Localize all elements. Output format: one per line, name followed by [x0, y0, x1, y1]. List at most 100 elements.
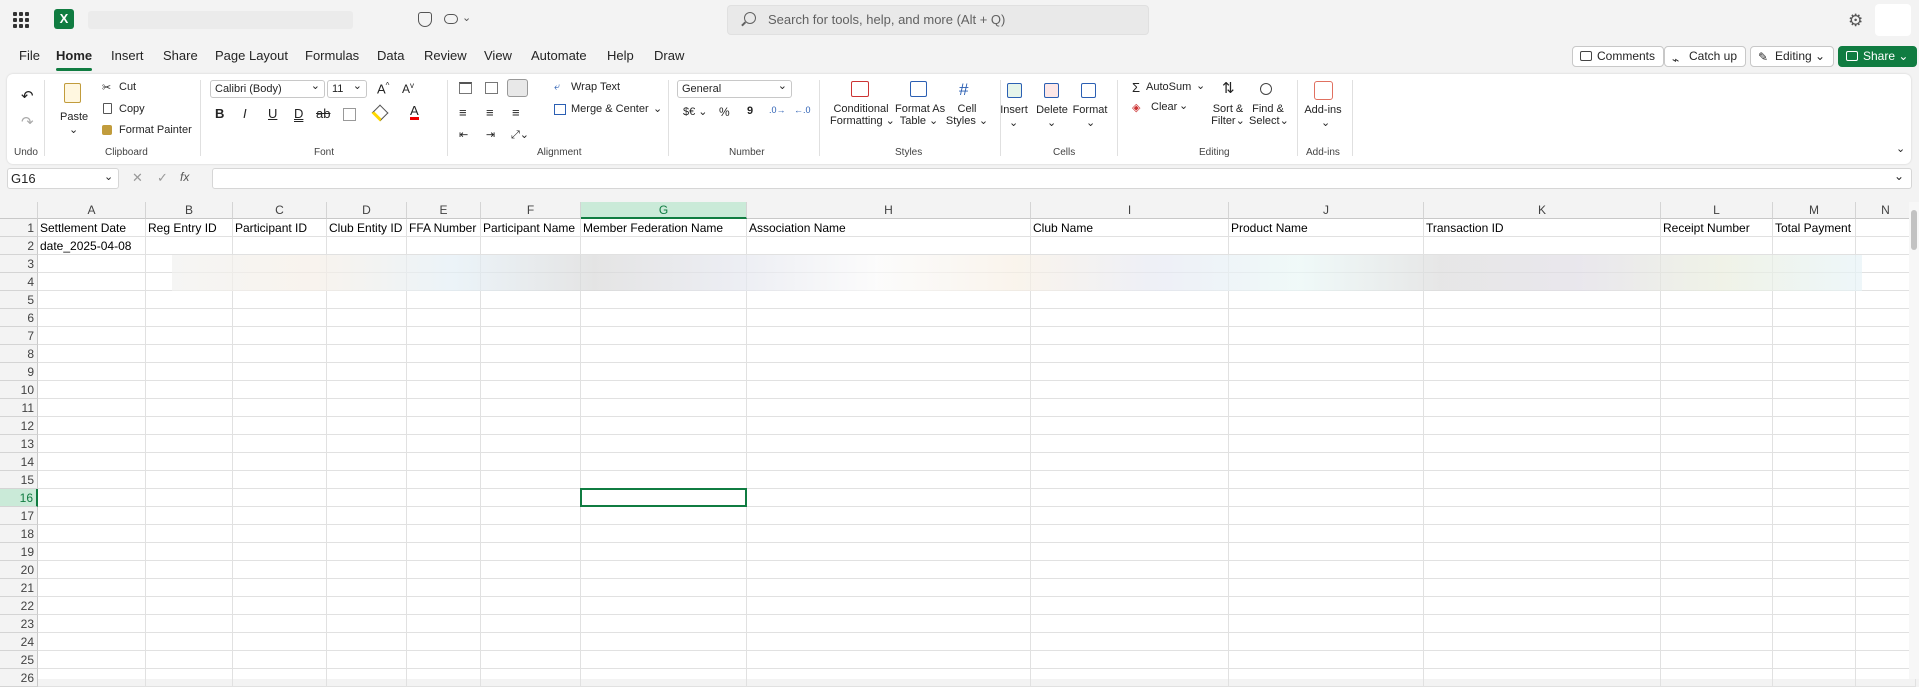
comments-button[interactable]: Comments: [1572, 46, 1665, 67]
formula-input[interactable]: [212, 168, 1912, 189]
cell-a20[interactable]: [38, 561, 146, 579]
cell-c14[interactable]: [233, 453, 327, 471]
cell-i26[interactable]: [1031, 669, 1229, 687]
cell-d9[interactable]: [327, 363, 407, 381]
cell-a24[interactable]: [38, 633, 146, 651]
cell-k2[interactable]: [1424, 237, 1661, 255]
row-header-16[interactable]: 16: [0, 489, 38, 507]
cell-e8[interactable]: [407, 345, 481, 363]
cell-f8[interactable]: [481, 345, 581, 363]
cell-h1[interactable]: Association Name: [747, 219, 1031, 237]
row-header-25[interactable]: 25: [0, 651, 38, 669]
cell-g9[interactable]: [581, 363, 747, 381]
cell-i16[interactable]: [1031, 489, 1229, 507]
column-header-m[interactable]: M: [1773, 202, 1856, 219]
column-header-k[interactable]: K: [1424, 202, 1661, 219]
double-underline-icon[interactable]: D: [294, 106, 303, 121]
chevron-down-icon[interactable]: ⌄: [1321, 116, 1330, 129]
cell-d14[interactable]: [327, 453, 407, 471]
tab-home[interactable]: Home: [56, 48, 93, 71]
column-header-d[interactable]: D: [327, 202, 407, 219]
eraser-icon[interactable]: ◈: [1132, 101, 1140, 114]
cell-m26[interactable]: [1773, 669, 1856, 687]
cell-h25[interactable]: [747, 651, 1031, 669]
collapse-ribbon-icon[interactable]: ⌄: [1896, 142, 1905, 155]
cell-i20[interactable]: [1031, 561, 1229, 579]
vertical-scrollbar[interactable]: [1909, 202, 1919, 679]
cell-e15[interactable]: [407, 471, 481, 489]
insert-cells-icon[interactable]: [1007, 83, 1022, 98]
cell-a19[interactable]: [38, 543, 146, 561]
cell-b22[interactable]: [146, 597, 233, 615]
cell-j9[interactable]: [1229, 363, 1424, 381]
cell-n11[interactable]: [1856, 399, 1916, 417]
cell-m5[interactable]: [1773, 291, 1856, 309]
cell-m9[interactable]: [1773, 363, 1856, 381]
cell-l8[interactable]: [1661, 345, 1773, 363]
cell-b14[interactable]: [146, 453, 233, 471]
cancel-icon[interactable]: ✕: [132, 170, 143, 186]
tab-data[interactable]: Data: [377, 48, 404, 63]
cell-n7[interactable]: [1856, 327, 1916, 345]
increase-font-icon[interactable]: A^: [377, 81, 389, 96]
row-header-18[interactable]: 18: [0, 525, 38, 543]
cell-m19[interactable]: [1773, 543, 1856, 561]
number-format-select[interactable]: General: [677, 78, 792, 98]
cell-e17[interactable]: [407, 507, 481, 525]
cell-j24[interactable]: [1229, 633, 1424, 651]
cell-g13[interactable]: [581, 435, 747, 453]
cell-m12[interactable]: [1773, 417, 1856, 435]
cell-c18[interactable]: [233, 525, 327, 543]
cell-styles-button[interactable]: Cell Styles ⌄: [945, 103, 989, 127]
fill-color-icon[interactable]: [371, 104, 389, 122]
column-header-g[interactable]: G: [581, 202, 747, 219]
cell-b23[interactable]: [146, 615, 233, 633]
cell-h16[interactable]: [747, 489, 1031, 507]
cell-c16[interactable]: [233, 489, 327, 507]
font-size-select[interactable]: 11: [327, 78, 367, 98]
tab-insert[interactable]: Insert: [111, 48, 144, 63]
cell-c2[interactable]: [233, 237, 327, 255]
cell-b20[interactable]: [146, 561, 233, 579]
cell-m20[interactable]: [1773, 561, 1856, 579]
cell-f1[interactable]: Participant Name: [481, 219, 581, 237]
cell-e20[interactable]: [407, 561, 481, 579]
cell-a14[interactable]: [38, 453, 146, 471]
cell-m2[interactable]: [1773, 237, 1856, 255]
chevron-down-icon[interactable]: ⌄: [1086, 116, 1095, 129]
decrease-indent-icon[interactable]: ⇤: [459, 128, 468, 141]
tab-draw[interactable]: Draw: [654, 48, 684, 63]
cell-m18[interactable]: [1773, 525, 1856, 543]
cell-i12[interactable]: [1031, 417, 1229, 435]
cell-b8[interactable]: [146, 345, 233, 363]
cell-j21[interactable]: [1229, 579, 1424, 597]
cell-d12[interactable]: [327, 417, 407, 435]
cell-i10[interactable]: [1031, 381, 1229, 399]
tab-automate[interactable]: Automate: [531, 48, 587, 63]
cell-e22[interactable]: [407, 597, 481, 615]
cell-m22[interactable]: [1773, 597, 1856, 615]
row-header-6[interactable]: 6: [0, 309, 38, 327]
cell-f5[interactable]: [481, 291, 581, 309]
cell-f19[interactable]: [481, 543, 581, 561]
cell-k19[interactable]: [1424, 543, 1661, 561]
cell-c13[interactable]: [233, 435, 327, 453]
cell-h14[interactable]: [747, 453, 1031, 471]
cell-d16[interactable]: [327, 489, 407, 507]
wrap-text-icon[interactable]: ⤶: [554, 81, 560, 94]
cell-n20[interactable]: [1856, 561, 1916, 579]
cell-b13[interactable]: [146, 435, 233, 453]
row-header-11[interactable]: 11: [0, 399, 38, 417]
cell-n14[interactable]: [1856, 453, 1916, 471]
cell-h10[interactable]: [747, 381, 1031, 399]
cell-n18[interactable]: [1856, 525, 1916, 543]
tab-page-layout[interactable]: Page Layout: [215, 48, 288, 63]
strikethrough-icon[interactable]: ab: [316, 106, 330, 121]
format-as-table-button[interactable]: Format As Table ⌄: [895, 103, 945, 127]
cell-k8[interactable]: [1424, 345, 1661, 363]
insert-function-icon[interactable]: fx: [180, 170, 189, 184]
cell-d7[interactable]: [327, 327, 407, 345]
cell-d20[interactable]: [327, 561, 407, 579]
cell-n6[interactable]: [1856, 309, 1916, 327]
cell-h26[interactable]: [747, 669, 1031, 687]
